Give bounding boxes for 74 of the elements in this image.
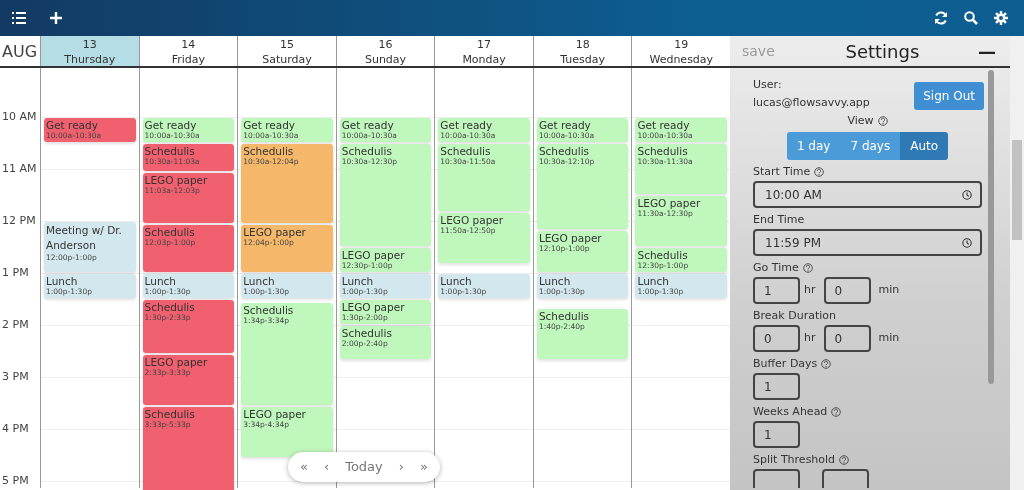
number-field[interactable]: 1 (753, 373, 800, 400)
clock-icon[interactable] (962, 237, 972, 248)
hour-label: 11 AM (2, 160, 37, 177)
hour-label: 2 PM (2, 316, 29, 333)
user-email: lucas@flowsavvy.app (753, 96, 870, 110)
weekday-label: Sunday (363, 52, 408, 67)
day-header[interactable]: 15 Saturday (237, 36, 336, 66)
collapse-button[interactable]: — (978, 37, 1010, 65)
help-icon[interactable] (831, 407, 842, 417)
unit-label: min (878, 330, 900, 347)
date-number: 17 (476, 37, 493, 52)
date-number: 19 (673, 37, 690, 52)
date-number: 13 (81, 37, 98, 52)
user-label: User: (753, 78, 783, 92)
refresh-icon[interactable] (934, 11, 948, 25)
settings-icon[interactable] (994, 11, 1008, 25)
day-header[interactable]: 16 Sunday (335, 36, 435, 66)
date-number: 15 (278, 37, 295, 52)
weekday-label: Monday (461, 52, 507, 67)
hour-label: 5 PM (2, 472, 29, 489)
weekday-label: Wednesday (648, 52, 715, 67)
view-option[interactable]: Auto (900, 132, 949, 160)
unit-label: hr (804, 282, 816, 299)
time-field[interactable]: 11:59 PM (753, 229, 982, 256)
date-number: 18 (574, 37, 591, 52)
search-icon[interactable] (964, 11, 978, 25)
minutes-field[interactable]: 0 (823, 325, 871, 352)
hour-label: 12 PM (2, 212, 36, 229)
time-field[interactable]: 10:00 AM (753, 181, 982, 208)
list-icon[interactable] (12, 12, 26, 24)
weekday-label: Thursday (63, 52, 117, 67)
field-label: Buffer Days (753, 357, 818, 371)
unit-label: hr (804, 330, 816, 347)
day-header[interactable]: 14 Friday (138, 36, 238, 66)
hours-field[interactable]: 1 (753, 277, 800, 304)
field-label: End Time (753, 213, 805, 227)
hour-label: 1 PM (2, 264, 29, 281)
field-label: Split Threshold (753, 453, 836, 467)
add-icon[interactable] (50, 12, 62, 24)
help-icon[interactable] (802, 263, 813, 273)
field-label: Break Duration (753, 309, 836, 323)
field-label: Go Time (753, 261, 799, 275)
scrollbar[interactable] (1010, 36, 1024, 490)
weekday-label: Tuesday (559, 52, 607, 67)
view-label: View (847, 114, 874, 128)
panel-title: Settings (845, 39, 920, 64)
date-number: 16 (377, 37, 394, 52)
month-label: AUG (1, 41, 39, 63)
help-icon[interactable] (839, 455, 850, 465)
field-label: Start Time (753, 165, 811, 179)
help-icon[interactable] (877, 116, 888, 126)
number-field[interactable]: 1 (753, 421, 800, 448)
last-page-button[interactable]: » (416, 453, 432, 481)
next-button[interactable]: › (394, 453, 408, 481)
hour-label: 4 PM (2, 420, 29, 437)
unit-label: min (878, 282, 900, 299)
hours-field[interactable] (753, 469, 800, 488)
weekday-label: Friday (170, 52, 207, 67)
scrollbar[interactable] (988, 70, 994, 384)
date-number: 14 (180, 37, 197, 52)
help-icon[interactable] (821, 359, 832, 369)
day-header[interactable]: 13 Thursday (40, 36, 139, 66)
minutes-field[interactable]: 0 (823, 277, 871, 304)
minutes-field[interactable] (822, 469, 869, 488)
field-label: Weeks Ahead (753, 405, 828, 419)
today-button[interactable]: Today (341, 453, 387, 481)
day-header[interactable]: 18 Tuesday (532, 36, 632, 66)
day-header[interactable]: 17 Monday (434, 36, 533, 66)
help-icon[interactable] (814, 167, 825, 177)
weekday-label: Saturday (261, 52, 313, 67)
clock-icon[interactable] (962, 189, 972, 200)
hour-label: 3 PM (2, 368, 29, 385)
hour-label: 10 AM (2, 108, 37, 125)
hours-field[interactable]: 0 (753, 325, 800, 352)
